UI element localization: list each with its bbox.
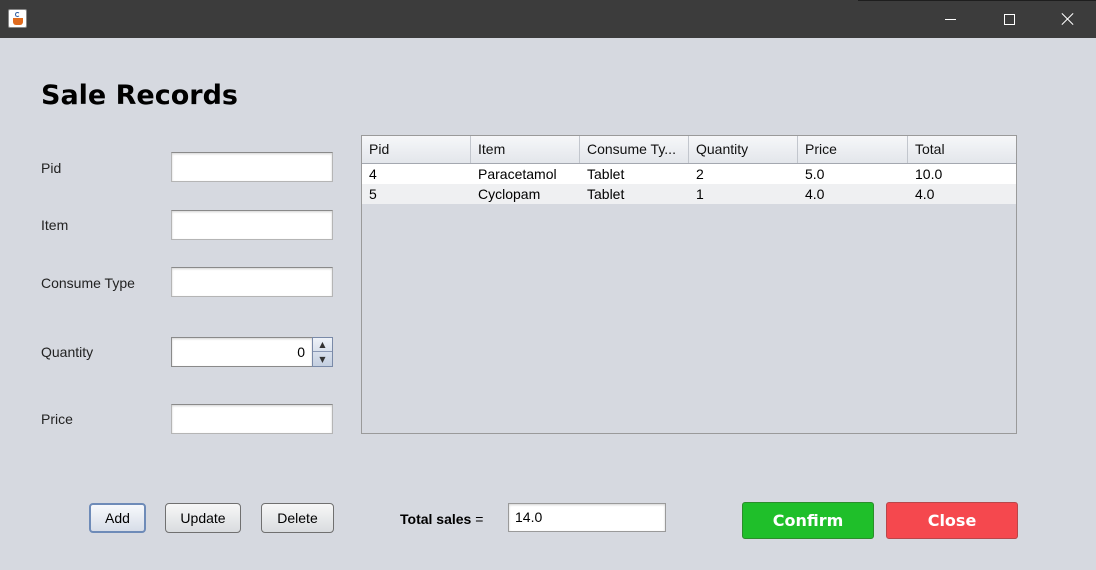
quantity-label: Quantity xyxy=(41,344,94,360)
update-button[interactable]: Update xyxy=(165,503,241,533)
table-cell: Paracetamol xyxy=(478,166,557,182)
table-cell: 2 xyxy=(696,166,704,182)
maximize-icon xyxy=(1003,13,1015,25)
table-cell: 1 xyxy=(696,186,704,202)
table-cell: Tablet xyxy=(587,166,625,182)
maximize-button[interactable] xyxy=(979,0,1039,38)
page-title: Sale Records xyxy=(41,80,239,111)
pid-input[interactable] xyxy=(171,152,333,182)
table-cell: Cyclopam xyxy=(478,186,541,202)
column-header-quantity[interactable]: Quantity xyxy=(689,136,798,163)
item-input[interactable] xyxy=(171,210,333,240)
table-cell: 5.0 xyxy=(805,166,825,182)
item-label: Item xyxy=(41,217,69,233)
close-icon xyxy=(1061,12,1075,26)
quantity-spinner-input[interactable]: 0 xyxy=(171,337,312,367)
spin-up-icon[interactable]: ▲ xyxy=(313,338,332,352)
table-cell: 10.0 xyxy=(915,166,943,182)
table-body: 4 Paracetamol Tablet 2 5.0 10.0 5 Cyclop… xyxy=(362,164,1016,204)
java-coffee-icon[interactable] xyxy=(8,9,27,28)
consume-type-input[interactable] xyxy=(171,267,333,297)
sales-table[interactable]: Pid Item Consume Ty... Quantity Price To… xyxy=(361,135,1017,434)
column-header-price[interactable]: Price xyxy=(798,136,908,163)
total-sales-field[interactable]: 14.0 xyxy=(508,503,666,532)
add-button[interactable]: Add xyxy=(89,503,146,533)
minimize-icon xyxy=(944,18,956,20)
total-sales-equals: = xyxy=(475,511,484,527)
steam-shape xyxy=(15,12,20,17)
close-button[interactable]: Close xyxy=(886,502,1018,539)
title-bar xyxy=(0,0,1096,38)
column-header-pid[interactable]: Pid xyxy=(362,136,471,163)
delete-button[interactable]: Delete xyxy=(261,503,334,533)
quantity-stepper: ▲ ▼ xyxy=(312,337,333,367)
spin-down-icon[interactable]: ▼ xyxy=(313,352,332,366)
table-cell: Tablet xyxy=(587,186,625,202)
table-row[interactable]: 5 Cyclopam Tablet 1 4.0 4.0 xyxy=(362,184,1016,204)
column-header-total[interactable]: Total xyxy=(908,136,1016,163)
cup-shape xyxy=(13,18,23,25)
minimize-button[interactable] xyxy=(920,0,980,38)
table-cell: 5 xyxy=(369,186,377,202)
table-header: Pid Item Consume Ty... Quantity Price To… xyxy=(362,136,1016,164)
confirm-button[interactable]: Confirm xyxy=(742,502,874,539)
table-cell: 4.0 xyxy=(915,186,935,202)
pid-label: Pid xyxy=(41,160,62,176)
table-cell: 4.0 xyxy=(805,186,825,202)
total-sales-label: Total sales = xyxy=(400,511,483,527)
consume-type-label: Consume Type xyxy=(41,275,135,291)
window-close-button[interactable] xyxy=(1038,0,1096,38)
column-header-consume-type[interactable]: Consume Ty... xyxy=(580,136,689,163)
price-input[interactable] xyxy=(171,404,333,434)
column-header-item[interactable]: Item xyxy=(471,136,580,163)
table-cell: 4 xyxy=(369,166,377,182)
table-row[interactable]: 4 Paracetamol Tablet 2 5.0 10.0 xyxy=(362,164,1016,184)
total-sales-text: Total sales xyxy=(400,511,472,527)
price-label: Price xyxy=(41,411,73,427)
